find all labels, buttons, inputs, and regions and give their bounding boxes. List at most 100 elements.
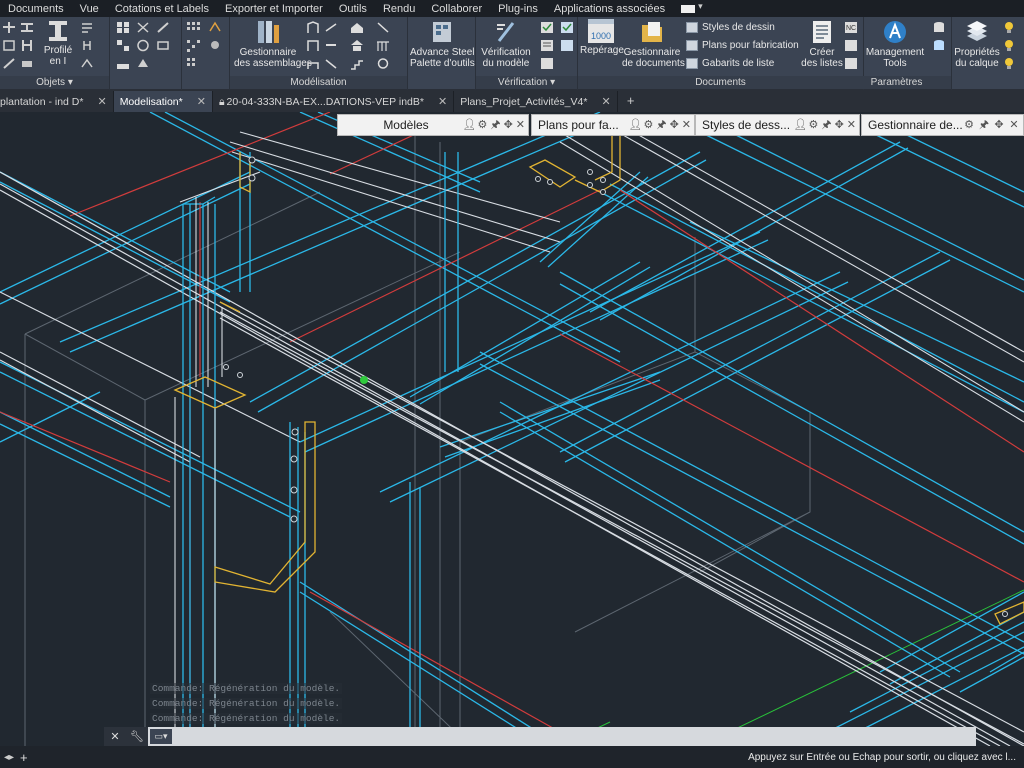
move-icon[interactable]: ✥ (670, 119, 679, 132)
command-line[interactable]: ▭▾ (148, 727, 976, 746)
pattern-icon[interactable] (186, 57, 200, 70)
settings-icon[interactable]: ⚙ (963, 119, 975, 132)
command-prompt-icon[interactable]: ▭▾ (150, 729, 172, 744)
tool-icon[interactable] (376, 21, 390, 34)
assembly-manager-button[interactable]: Gestionnaire des assemblages (234, 19, 312, 69)
tool-icon[interactable] (324, 39, 338, 52)
tab-modelisation[interactable]: Modelisation* ✕ (113, 91, 213, 112)
settings-icon[interactable]: ⚙ (809, 119, 819, 132)
menu-documents[interactable]: Documents (0, 3, 72, 15)
check-icon[interactable] (560, 39, 574, 52)
snap-point[interactable] (360, 376, 368, 384)
settings-icon[interactable]: ⚙ (644, 119, 654, 132)
drawing-styles-button[interactable]: Styles de dessin (686, 22, 775, 33)
close-icon[interactable]: ✕ (97, 92, 106, 112)
move-icon[interactable]: ✥ (993, 119, 1005, 132)
panel-label-verification[interactable]: Vérification ▾ (476, 76, 577, 89)
close-icon[interactable]: ✕ (438, 92, 447, 112)
pin-icon[interactable]: 🖈︎ (656, 119, 666, 132)
close-icon[interactable]: ✕ (682, 119, 691, 132)
database-icon[interactable] (932, 39, 946, 52)
document-manager-button[interactable]: Gestionnaire de documents (622, 19, 685, 69)
fabrication-plans-button[interactable]: Plans pour fabrication (686, 40, 799, 51)
house-icon[interactable] (350, 21, 364, 34)
menu-plugins[interactable]: Plug-ins (490, 3, 546, 15)
menu-vue[interactable]: Vue (72, 3, 107, 15)
nc-icon[interactable]: NC (844, 21, 858, 34)
layer-properties-button[interactable]: Propriétés du calque (954, 19, 1000, 69)
palette-models[interactable]: Modèles 👤︎ ⚙ 🖈︎ ✥ ✕ (337, 114, 529, 136)
add-layout-button[interactable]: + (20, 750, 28, 765)
bolt-icon[interactable] (208, 39, 222, 52)
tool-icon[interactable] (156, 39, 170, 52)
check-icon[interactable] (540, 21, 554, 34)
steel-model-drawing[interactable] (0, 112, 1024, 746)
create-lists-button[interactable]: Créer des listes (796, 19, 848, 69)
frame-icon[interactable] (306, 57, 320, 70)
tool-icon[interactable] (80, 39, 94, 52)
tool-icon[interactable] (324, 57, 338, 70)
tool-icon[interactable] (136, 21, 150, 34)
move-icon[interactable]: ✥ (835, 119, 844, 132)
menu-cotations[interactable]: Cotations et Labels (107, 3, 217, 15)
close-icon[interactable]: ✕ (197, 92, 206, 112)
tab-plantation[interactable]: plantation - ind D* ✕ (0, 91, 114, 112)
tool-icon[interactable] (324, 21, 338, 34)
profile-i-button[interactable]: Profilé en I (42, 19, 74, 67)
object-tool-icon[interactable] (2, 39, 16, 52)
check-icon[interactable] (540, 57, 554, 70)
bulb-icon[interactable] (1002, 21, 1016, 34)
user-icon[interactable]: 👤︎ (463, 119, 477, 132)
move-icon[interactable]: ✥ (504, 119, 513, 132)
workspace-switcher[interactable] (681, 1, 703, 13)
frame-icon[interactable] (306, 21, 320, 34)
frame-icon[interactable] (306, 39, 320, 52)
house-icon[interactable] (350, 39, 364, 52)
close-icon[interactable]: ✕ (516, 119, 525, 132)
menu-applications[interactable]: Applications associées (546, 3, 673, 15)
command-input[interactable] (172, 728, 976, 745)
bulb-icon[interactable] (1002, 39, 1016, 52)
check-icon[interactable] (540, 39, 554, 52)
user-icon[interactable]: 👤︎ (794, 119, 808, 132)
tab-fondations[interactable]: 🔒︎ 20-04-333N-BA-EX...DATIONS-VEP indB* ✕ (213, 91, 455, 112)
tool-icon[interactable] (136, 39, 150, 52)
menu-outils[interactable]: Outils (331, 3, 375, 15)
close-icon[interactable]: ✕ (1008, 119, 1020, 132)
check-icon[interactable] (560, 21, 574, 34)
tool-icon[interactable] (136, 57, 150, 70)
model-check-button[interactable]: Vérification du modèle (478, 19, 534, 69)
tool-icon[interactable] (376, 57, 390, 70)
new-tab-button[interactable]: + (618, 91, 644, 112)
railing-icon[interactable] (376, 39, 390, 52)
pin-icon[interactable]: 🖈︎ (490, 119, 500, 132)
plate-tool-icon[interactable] (20, 57, 34, 70)
beam-tool-icon[interactable] (20, 21, 34, 34)
reperage-button[interactable]: 1000 Repérage (580, 19, 624, 56)
management-tools-button[interactable]: Management Tools (864, 19, 926, 69)
tool-icon[interactable] (80, 57, 94, 70)
bulb-icon[interactable] (1002, 57, 1016, 70)
model-viewport[interactable]: Modèles 👤︎ ⚙ 🖈︎ ✥ ✕ Plans pour fa... 👤︎ ⚙ 🖈︎ ✥ ✕… (0, 112, 1024, 746)
stair-icon[interactable] (350, 57, 364, 70)
user-icon[interactable]: 👤︎ (629, 119, 643, 132)
dxf-icon[interactable] (844, 39, 858, 52)
pattern-icon[interactable] (186, 39, 200, 52)
grid-tool-icon[interactable] (116, 21, 130, 34)
settings-icon[interactable]: ⚙ (478, 119, 488, 132)
grid-tool-icon[interactable] (116, 39, 130, 52)
tool-icon[interactable] (156, 21, 170, 34)
layout-nav-icon[interactable]: ◂▸ (4, 752, 14, 763)
palette-drawing-styles[interactable]: Styles de dess... 👤︎ ⚙ 🖈︎ ✥ ✕ (695, 114, 860, 136)
object-tool-icon[interactable] (2, 57, 16, 70)
palette-fabrication-plans[interactable]: Plans pour fa... 👤︎ ⚙ 🖈︎ ✥ ✕ (531, 114, 695, 136)
tool-palette-button[interactable]: Advance Steel Palette d'outils (410, 19, 475, 69)
menu-exporter[interactable]: Exporter et Importer (217, 3, 331, 15)
pin-icon[interactable]: 🖈︎ (978, 119, 990, 132)
tool-icon[interactable] (80, 21, 94, 34)
pin-icon[interactable]: 🖈︎ (821, 119, 831, 132)
close-icon[interactable]: ✕ (108, 730, 122, 743)
column-tool-icon[interactable] (20, 39, 34, 52)
pattern-icon[interactable] (186, 21, 200, 34)
palette-document-manager[interactable]: Gestionnaire de... ⚙ 🖈︎ ✥ ✕ (861, 114, 1024, 136)
